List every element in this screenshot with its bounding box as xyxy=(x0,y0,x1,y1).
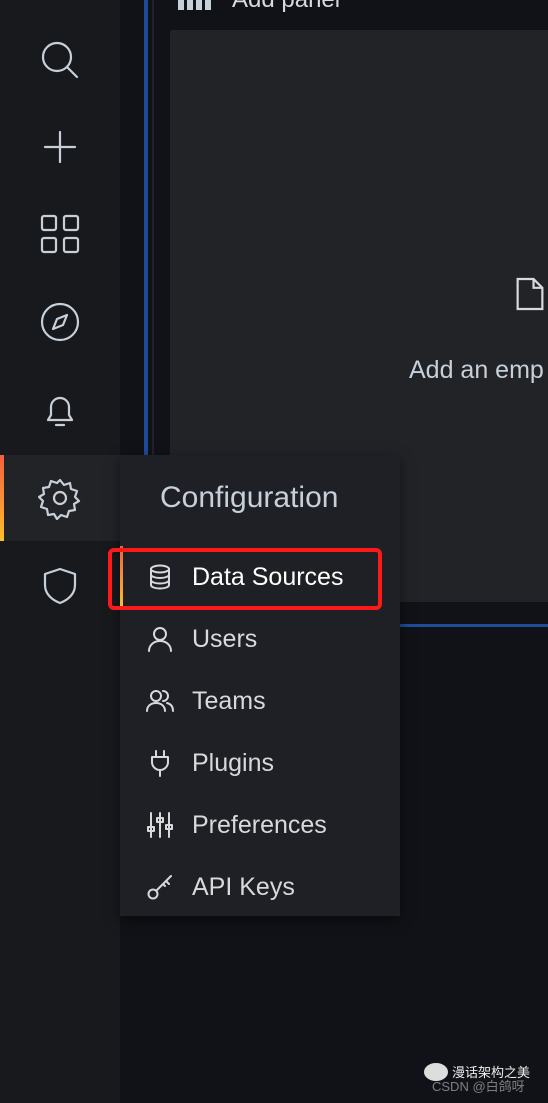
sidebar-item-server-admin[interactable] xyxy=(0,543,120,629)
search-icon xyxy=(41,41,79,79)
user-icon xyxy=(148,627,172,652)
row-border xyxy=(400,624,548,627)
panel-title: Add panel xyxy=(232,0,340,14)
menu-item-users[interactable]: Users xyxy=(120,608,400,670)
menu-item-label: API Keys xyxy=(192,872,295,901)
panel-bars-icon xyxy=(178,0,212,10)
sidebar-item-search[interactable] xyxy=(0,17,120,103)
panel-border xyxy=(144,0,148,456)
sidebar xyxy=(0,0,120,1103)
sidebar-item-create[interactable] xyxy=(0,104,120,190)
sidebar-item-explore[interactable] xyxy=(0,279,120,365)
menu-item-teams[interactable]: Teams xyxy=(120,670,400,732)
menu-item-label: Users xyxy=(192,624,258,653)
plug-icon xyxy=(151,750,169,777)
add-empty-panel-text: Add an emp xyxy=(409,356,544,384)
users-icon xyxy=(146,690,174,712)
sidebar-item-alerting[interactable] xyxy=(0,367,120,453)
menu-item-label: Teams xyxy=(192,686,266,715)
sidebar-item-configuration[interactable] xyxy=(0,455,120,541)
menu-item-label: Plugins xyxy=(192,748,274,777)
highlight-annotation-box xyxy=(108,548,382,610)
watermark: 漫话架构之美 CSDN @白鸽呀 xyxy=(424,1062,530,1094)
file-icon xyxy=(516,277,544,311)
sidebar-item-dashboards[interactable] xyxy=(0,191,120,277)
menu-item-preferences[interactable]: Preferences xyxy=(120,794,400,856)
menu-title[interactable]: Configuration xyxy=(160,481,338,515)
compass-icon xyxy=(40,302,80,342)
menu-item-api-keys[interactable]: API Keys xyxy=(120,856,400,918)
plus-icon xyxy=(43,130,77,164)
configuration-menu: Configuration Data Sources Users Teams P… xyxy=(120,455,400,916)
panel-header: Add panel xyxy=(178,0,340,14)
sliders-icon xyxy=(147,812,173,838)
menu-item-plugins[interactable]: Plugins xyxy=(120,732,400,794)
watermark-line2: CSDN @白鸽呀 xyxy=(432,1079,525,1094)
shield-icon xyxy=(43,567,77,605)
bell-icon xyxy=(46,396,74,427)
key-icon xyxy=(147,875,172,900)
dashboards-icon xyxy=(40,214,80,254)
menu-item-label: Preferences xyxy=(192,810,327,839)
divider xyxy=(152,0,154,456)
gear-icon xyxy=(38,478,81,520)
